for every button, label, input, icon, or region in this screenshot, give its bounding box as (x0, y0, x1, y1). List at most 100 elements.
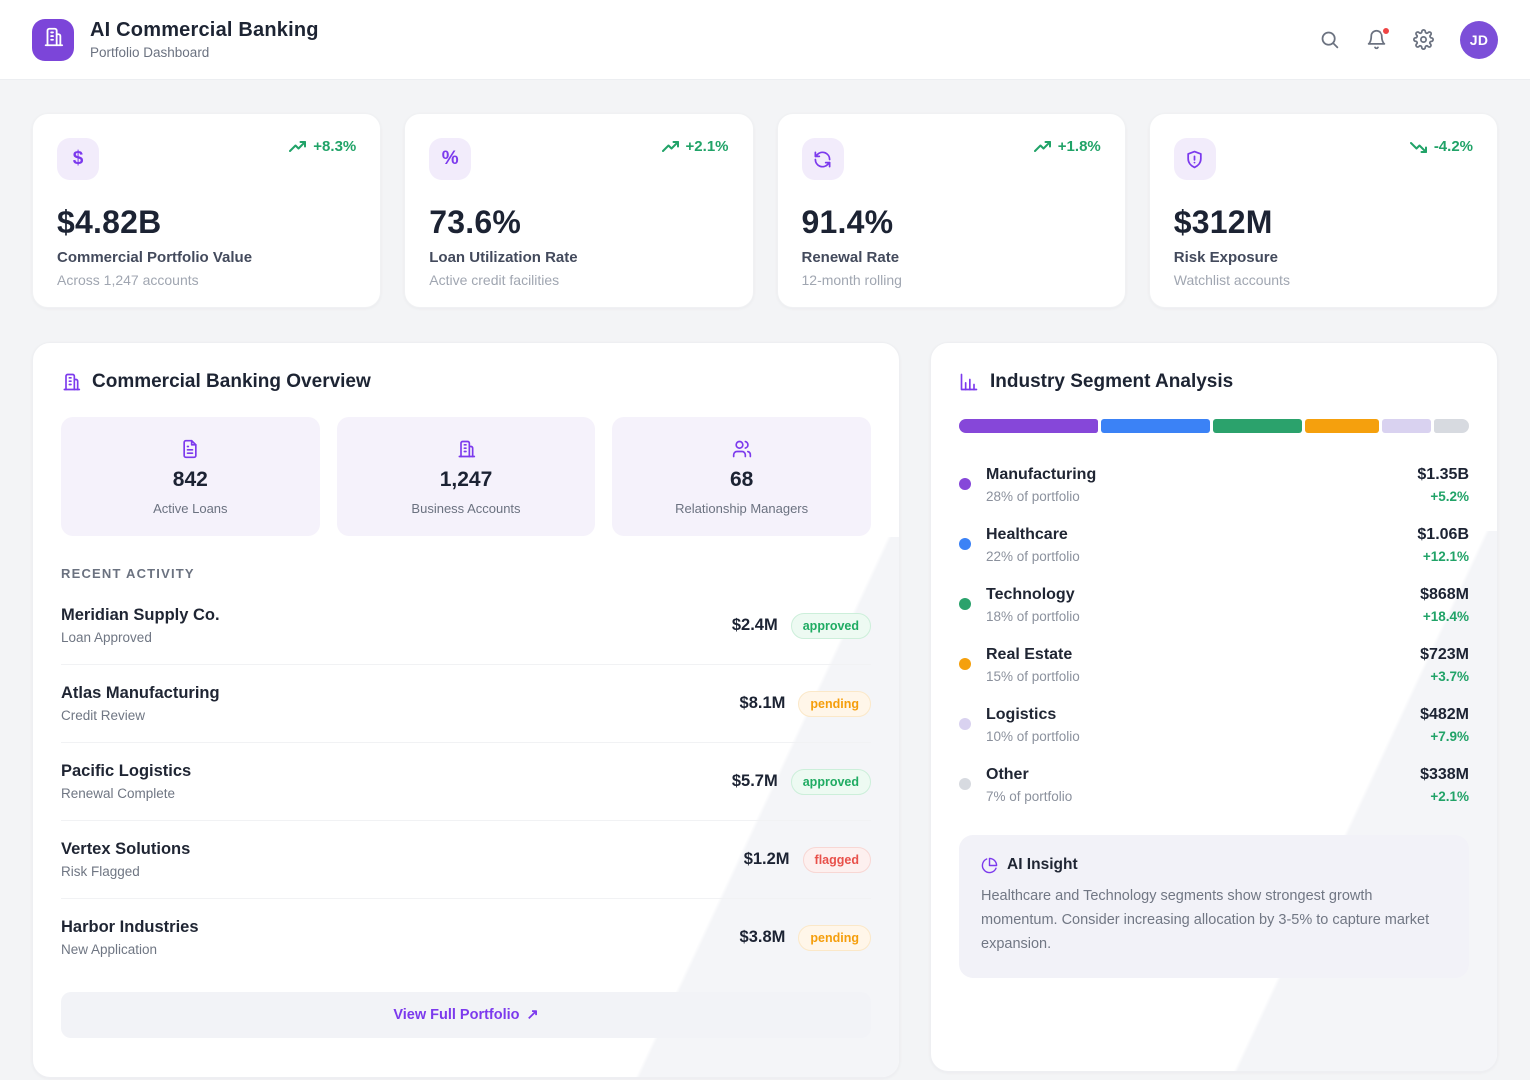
segment-change: +18.4% (1420, 609, 1469, 624)
segment-name: Technology (986, 586, 1420, 604)
activity-row-pacific[interactable]: Pacific Logistics Renewal Complete $5.7M… (61, 743, 871, 821)
app-logo (32, 19, 74, 61)
segment-row-manufacturing: Manufacturing 28% of portfolio $1.35B +5… (959, 455, 1469, 515)
activity-company: Pacific Logistics (61, 762, 191, 781)
segment-change: +2.1% (1420, 789, 1469, 804)
stat-change: +1.8% (1034, 138, 1101, 155)
stat-value: $4.82B (57, 204, 356, 241)
segment-list: Manufacturing 28% of portfolio $1.35B +5… (959, 455, 1469, 815)
ministat-label: Business Accounts (411, 501, 520, 516)
ai-insight-title: AI Insight (1007, 856, 1078, 874)
dollar-icon: $ (57, 138, 99, 180)
ministat-value: 842 (173, 468, 208, 492)
activity-company: Vertex Solutions (61, 840, 190, 859)
activity-company: Meridian Supply Co. (61, 606, 220, 625)
ministat-value: 1,247 (440, 468, 493, 492)
ai-insight-box: AI Insight Healthcare and Technology seg… (959, 835, 1469, 978)
notification-dot (1381, 26, 1391, 36)
stat-label: Commercial Portfolio Value (57, 249, 356, 266)
activity-row-harbor[interactable]: Harbor Industries New Application $3.8M … (61, 899, 871, 976)
view-full-portfolio-label: View Full Portfolio (393, 1007, 519, 1023)
stat-sublabel: Active credit facilities (429, 272, 728, 288)
stat-sublabel: Across 1,247 accounts (57, 272, 356, 288)
arrow-up-right-icon: ↗ (527, 1007, 539, 1023)
stat-sublabel: Watchlist accounts (1174, 272, 1473, 288)
refresh-icon (802, 138, 844, 180)
activity-company: Atlas Manufacturing (61, 684, 220, 703)
legend-dot (959, 598, 971, 610)
legend-dot (959, 478, 971, 490)
building-icon (42, 26, 64, 53)
legend-dot (959, 778, 971, 790)
activity-row-vertex[interactable]: Vertex Solutions Risk Flagged $1.2M flag… (61, 821, 871, 899)
stat-label: Renewal Rate (802, 249, 1101, 266)
segment-share: 28% of portfolio (986, 489, 1417, 504)
stat-sublabel: 12-month rolling (802, 272, 1101, 288)
segment-row-technology: Technology 18% of portfolio $868M +18.4% (959, 575, 1469, 635)
segment-share: 10% of portfolio (986, 729, 1420, 744)
bar-segment-logistics (1382, 419, 1432, 433)
page-subtitle: Portfolio Dashboard (90, 45, 319, 60)
building-icon (61, 372, 81, 392)
stat-card-renewal-rate: +1.8% 91.4% Renewal Rate 12-month rollin… (777, 113, 1126, 308)
status-badge: approved (791, 613, 871, 639)
users-icon (732, 439, 752, 459)
bell-icon[interactable] (1366, 29, 1387, 50)
panel-title: Industry Segment Analysis (990, 371, 1233, 393)
app-header: AI Commercial Banking Portfolio Dashboar… (0, 0, 1530, 80)
ministat-value: 68 (730, 468, 753, 492)
activity-detail: Renewal Complete (61, 786, 191, 801)
stat-label: Risk Exposure (1174, 249, 1473, 266)
segment-change: +12.1% (1417, 549, 1469, 564)
shield-alert-icon (1174, 138, 1216, 180)
view-full-portfolio-button[interactable]: View Full Portfolio ↗ (61, 992, 871, 1038)
segment-row-healthcare: Healthcare 22% of portfolio $1.06B +12.1… (959, 515, 1469, 575)
segment-value: $1.35B (1417, 466, 1469, 484)
activity-amount: $5.7M (732, 772, 778, 791)
legend-dot (959, 658, 971, 670)
stat-change: +2.1% (662, 138, 729, 155)
building-icon (456, 439, 476, 459)
activity-detail: New Application (61, 942, 199, 957)
activity-amount: $1.2M (744, 850, 790, 869)
segment-share: 22% of portfolio (986, 549, 1417, 564)
activity-amount: $3.8M (740, 928, 786, 947)
segment-value: $482M (1420, 706, 1469, 724)
page-title: AI Commercial Banking (90, 19, 319, 42)
bar-segment-real-estate (1305, 419, 1379, 433)
ministat-business-accounts: 1,247 Business Accounts (337, 417, 596, 536)
recent-activity-heading: RECENT ACTIVITY (61, 566, 871, 581)
activity-detail: Risk Flagged (61, 864, 190, 879)
segment-share: 7% of portfolio (986, 789, 1420, 804)
activity-amount: $8.1M (740, 694, 786, 713)
gear-icon[interactable] (1413, 29, 1434, 50)
segment-value: $338M (1420, 766, 1469, 784)
status-badge: pending (798, 925, 871, 951)
segment-value: $723M (1420, 646, 1469, 664)
stat-label: Loan Utilization Rate (429, 249, 728, 266)
stat-change: -4.2% (1410, 138, 1473, 155)
segment-row-other: Other 7% of portfolio $338M +2.1% (959, 755, 1469, 815)
file-text-icon (180, 439, 200, 459)
dashboard-content: $ +8.3% $4.82B Commercial Portfolio Valu… (0, 80, 1530, 1078)
avatar[interactable]: JD (1460, 21, 1498, 59)
activity-row-atlas[interactable]: Atlas Manufacturing Credit Review $8.1M … (61, 665, 871, 743)
header-actions: JD (1319, 21, 1498, 59)
segment-value: $868M (1420, 586, 1469, 604)
segment-share: 18% of portfolio (986, 609, 1420, 624)
segment-share: 15% of portfolio (986, 669, 1420, 684)
segment-name: Real Estate (986, 646, 1420, 664)
stat-card-portfolio-value: $ +8.3% $4.82B Commercial Portfolio Valu… (32, 113, 381, 308)
panel-title: Commercial Banking Overview (92, 371, 371, 393)
segment-change: +3.7% (1420, 669, 1469, 684)
status-badge: flagged (803, 847, 871, 873)
ai-insight-body: Healthcare and Technology segments show … (981, 885, 1447, 957)
segment-name: Logistics (986, 706, 1420, 724)
percent-icon: % (429, 138, 471, 180)
search-icon[interactable] (1319, 29, 1340, 50)
activity-company: Harbor Industries (61, 918, 199, 937)
activity-row-meridian[interactable]: Meridian Supply Co. Loan Approved $2.4M … (61, 587, 871, 665)
status-badge: pending (798, 691, 871, 717)
segment-change: +7.9% (1420, 729, 1469, 744)
stat-card-risk-exposure: -4.2% $312M Risk Exposure Watchlist acco… (1149, 113, 1498, 308)
